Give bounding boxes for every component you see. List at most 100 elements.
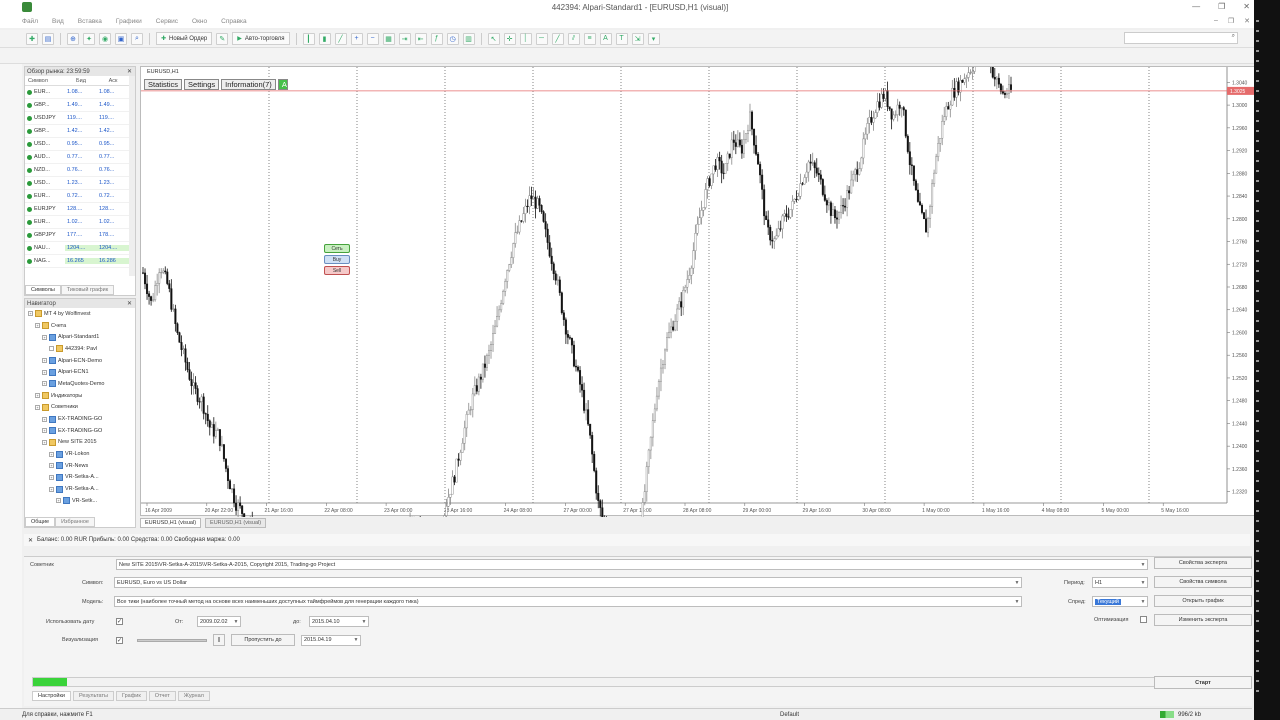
expand-icon[interactable]: + [28,311,33,317]
symbol-select[interactable]: EURUSD, Euro vs US Dollar ▼ [114,577,1022,588]
data-window-icon[interactable]: ✦ [83,32,95,45]
table-row[interactable]: NZD... 0.76... 0.76... [25,164,135,177]
tree-item[interactable]: + EX-TRADING-GO [25,413,135,425]
buy-button[interactable]: Buy [324,255,350,264]
tree-item[interactable]: + Советники [25,402,135,414]
expand-icon[interactable]: + [42,439,47,445]
tab-statistics[interactable]: Statistics [144,79,183,90]
skip-to-date-field[interactable]: 2015.04.19 ▼ [301,634,361,646]
zoom-out-icon[interactable]: − [366,32,379,45]
table-row[interactable]: EUR... 1.02... 1.02... [25,216,135,229]
from-date-field[interactable]: 2009.02.02 ▼ [197,616,241,627]
maximize-icon[interactable]: ❐ [1218,2,1225,11]
tab-tick-chart[interactable]: Тиковый график [60,285,115,295]
trendline-icon[interactable]: ╱ [551,32,564,45]
expand-icon[interactable]: + [42,358,47,364]
tab-information[interactable]: Information(7) [221,79,276,90]
tester-icon[interactable]: ⌕ [131,32,143,45]
new-chart-icon[interactable]: ✚ [26,32,38,45]
mdi-minimize-icon[interactable]: – [1214,17,1218,25]
table-row[interactable]: GBP... 1.42... 1.42... [25,125,135,138]
tree-item[interactable]: + Alpari-ECN-Demo [25,355,135,367]
grid-button[interactable]: Сеть [324,244,350,253]
tab-settings[interactable]: Settings [184,79,220,90]
market-watch-icon[interactable]: ⊕ [67,32,79,45]
skip-to-button[interactable]: Пропустить до [231,634,295,646]
to-date-field[interactable]: 2015.04.10 ▼ [309,616,369,627]
menu-charts[interactable]: Графики [116,18,142,25]
expert-select[interactable]: New SITE 2015\VR-Setka-A-2015\VR-Setka-A… [116,559,1148,570]
chart-shift-icon[interactable]: ⇤ [414,32,427,45]
mdi-restore-icon[interactable]: ❐ [1228,17,1234,25]
pause-button[interactable]: || [213,634,225,646]
table-row[interactable]: USDJPY 119.... 119.... [25,112,135,125]
menu-help[interactable]: Справка [221,18,247,25]
speed-slider[interactable] [137,638,207,642]
col-symbol[interactable]: Символ [25,78,65,84]
tree-item[interactable]: + MT 4 by Wolfinvest [25,308,135,320]
sell-button[interactable]: Sell [324,266,350,275]
price-chart[interactable]: 1.3040 1.3000 1.2960 1.2920 1.2880 1.2840 1.28… [140,66,1256,517]
symbol-properties-button[interactable]: Свойства символа [1154,576,1252,588]
minimize-icon[interactable]: — [1192,2,1200,11]
label-icon[interactable]: T [615,32,628,45]
period-select[interactable]: H1 ▼ [1092,577,1148,588]
candles-icon[interactable]: ▮ [318,32,331,45]
table-row[interactable]: AUD... 0.77... 0.77... [25,151,135,164]
col-bid[interactable]: Бид [65,78,97,84]
table-row[interactable]: NAG... 16.265 16.286 [25,255,135,268]
table-row[interactable]: GBPJPY 177.... 178.... [25,229,135,242]
tree-item[interactable]: + MetaQuotes-Demo [25,378,135,390]
table-row[interactable]: GBP... 1.49... 1.49... [25,99,135,112]
mdi-close-icon[interactable]: ✕ [1244,17,1250,25]
tree-item[interactable]: 442394: Pavl [25,343,135,355]
autoscroll-icon[interactable]: ⇥ [398,32,411,45]
tab-favorites[interactable]: Избранное [55,517,95,527]
expand-icon[interactable]: + [35,393,40,399]
spread-select[interactable]: Текущий ▼ [1092,596,1148,607]
vertical-line-icon[interactable]: │ [519,32,532,45]
crosshair-icon[interactable]: ✛ [503,32,516,45]
expand-icon[interactable] [49,346,54,352]
tab-graph[interactable]: График [115,691,147,701]
tree-item[interactable]: + VR-News [25,460,135,472]
visualization-checkbox[interactable]: ✓ [116,636,123,644]
fibonacci-icon[interactable]: ≡ [583,32,596,45]
search-input[interactable]: ⌕ [1124,32,1238,44]
navigator-icon[interactable]: ◉ [99,32,111,45]
use-date-checkbox[interactable]: ✓ [116,618,123,625]
close-icon[interactable]: ✕ [28,537,33,544]
panel-close-icon[interactable]: ✕ [127,300,132,307]
zoom-in-icon[interactable]: + [350,32,363,45]
expand-icon[interactable]: + [35,404,40,410]
text-icon[interactable]: A [599,32,612,45]
col-ask[interactable]: Аск [97,78,129,84]
tree-item[interactable]: + Alpari-Standard1 [25,331,135,343]
metaeditor-icon[interactable]: ✎ [216,32,229,45]
bar-chart-icon[interactable]: ┃ [302,32,315,45]
arrows-icon[interactable]: ⇲ [631,32,644,45]
expand-icon[interactable]: + [42,381,47,387]
expand-icon[interactable]: + [49,451,54,457]
expand-icon[interactable]: + [49,486,54,492]
periods-icon[interactable]: ◷ [446,32,459,45]
menu-view[interactable]: Вид [52,18,64,25]
minimize-panel-button[interactable]: A [277,79,288,90]
model-select[interactable]: Все тики (наиболее точный метод на основ… [114,596,1022,607]
table-row[interactable]: NAU... 1204.... 1204.... [25,242,135,255]
equidistant-channel-icon[interactable]: ⫽ [567,32,580,45]
more-tools-icon[interactable]: ▾ [647,32,660,45]
terminal-icon[interactable]: ▣ [115,32,127,45]
tree-item[interactable]: + VR-Lokon [25,448,135,460]
expand-icon[interactable]: + [49,474,54,480]
open-chart-button[interactable]: Открыть график [1154,595,1252,607]
expand-icon[interactable]: + [56,498,61,504]
expand-icon[interactable]: + [35,323,40,329]
tree-item[interactable]: + EX-TRADING-GO [25,425,135,437]
chart-window-tab[interactable]: EURUSD,H1 (visual) [140,518,202,528]
menu-window[interactable]: Окно [192,18,207,25]
line-chart-icon[interactable]: ╱ [334,32,347,45]
tree-item[interactable]: + VR-Setk... [25,495,135,507]
tab-report[interactable]: Отчет [148,691,176,701]
indicators-icon[interactable]: ƒ [430,32,443,45]
